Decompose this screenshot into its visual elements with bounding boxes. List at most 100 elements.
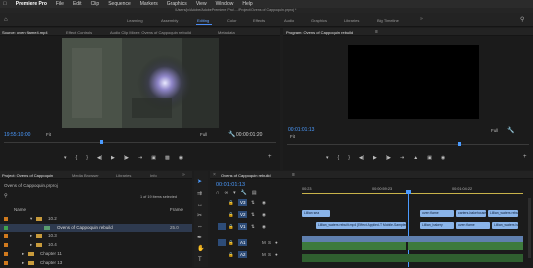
- linked-selection-icon[interactable]: ∞: [225, 191, 229, 196]
- workspace-libraries[interactable]: Libraries: [344, 18, 359, 23]
- program-go-to-in-icon[interactable]: }: [348, 155, 350, 161]
- program-full-dropdown[interactable]: Full: [491, 128, 498, 134]
- wrench-icon[interactable]: 🔧: [228, 132, 235, 138]
- timeline-ruler[interactable]: 00:23 00:00:59:23 00:01:04:22: [302, 184, 533, 194]
- step-back-icon[interactable]: ◀|: [97, 155, 102, 161]
- source-patch[interactable]: [218, 239, 226, 246]
- solo-icon[interactable]: S: [268, 252, 271, 258]
- overwrite-icon[interactable]: ▩: [165, 155, 170, 161]
- program-fit-dropdown[interactable]: Fit: [290, 134, 295, 140]
- apple-menu-icon[interactable]: : [3, 1, 7, 7]
- workspace-big-timeline[interactable]: Big Timeline: [377, 18, 399, 23]
- video-clip[interactable]: Lillian_bakery: [420, 222, 454, 229]
- timeline-vertical-scrollbar[interactable]: [528, 198, 531, 258]
- menu-markers[interactable]: Markers: [140, 1, 158, 7]
- tab-metadata[interactable]: Metadata: [218, 30, 235, 35]
- lock-icon[interactable]: 🔒: [228, 252, 234, 258]
- menu-help[interactable]: Help: [242, 1, 252, 7]
- tab-effect-controls[interactable]: Effect Controls: [66, 30, 92, 35]
- tab-audio-clip-mixer[interactable]: Audio Clip Mixer: Ovens of Cappoquin reb…: [110, 30, 191, 35]
- program-mark-in-icon[interactable]: ▾: [326, 155, 329, 161]
- program-playhead[interactable]: [458, 142, 461, 146]
- menu-app-name[interactable]: Premiere Pro: [16, 1, 47, 7]
- close-icon[interactable]: ×: [213, 172, 216, 178]
- program-video-frame[interactable]: [348, 45, 479, 119]
- workspace-overflow-icon[interactable]: »: [420, 16, 423, 22]
- video-clip[interactable]: Lillian_waters bakehouse_01: [492, 222, 518, 229]
- video-clip[interactable]: Lillian sea: [302, 210, 330, 217]
- source-timecode[interactable]: 19:55:10:00: [4, 133, 30, 138]
- eye-icon[interactable]: ◉: [262, 224, 266, 230]
- program-camera-icon[interactable]: ◉: [441, 155, 445, 161]
- audio-clip[interactable]: [302, 254, 523, 262]
- project-overflow-icon[interactable]: »: [182, 172, 185, 178]
- tab-info[interactable]: Info: [150, 173, 157, 178]
- project-search-icon[interactable]: ⚲: [4, 194, 8, 199]
- lift-icon[interactable]: ▲: [413, 155, 418, 161]
- source-full-dropdown[interactable]: Full: [200, 132, 207, 138]
- home-icon[interactable]: ⌂: [4, 17, 8, 23]
- track-select-tool-icon[interactable]: ⇉: [197, 191, 202, 197]
- search-icon[interactable]: ⚲: [520, 16, 524, 23]
- source-scrub-bar[interactable]: [4, 142, 276, 143]
- camera-icon[interactable]: ◉: [179, 155, 183, 161]
- workspace-learning[interactable]: Learning: [127, 18, 143, 23]
- hand-tool-icon[interactable]: ✋: [197, 246, 204, 252]
- eye-icon[interactable]: ◉: [262, 212, 266, 218]
- workspace-graphics[interactable]: Graphics: [311, 18, 327, 23]
- video-clip[interactable]: Lillian_waters rebuilt.mp4 [Effect Appli…: [316, 222, 406, 229]
- chevron-right-icon[interactable]: ▸: [22, 251, 24, 257]
- tab-project[interactable]: Project: Ovens of Cappoquin: [2, 173, 53, 178]
- workspace-effects[interactable]: Effects: [253, 18, 265, 23]
- lock-icon[interactable]: 🔒: [228, 224, 234, 230]
- program-wrench-icon[interactable]: 🔧: [507, 128, 514, 134]
- snap-icon[interactable]: ∩: [216, 191, 220, 196]
- chevron-right-icon[interactable]: ▸: [30, 242, 32, 248]
- list-item-selected[interactable]: Ovens of Cappoquin rebuild 25.0: [0, 224, 192, 232]
- timeline-menu-icon[interactable]: ≡: [292, 172, 295, 178]
- program-menu-icon[interactable]: ≡: [375, 29, 378, 35]
- solo-icon[interactable]: S: [268, 240, 271, 246]
- video-clip[interactable]: oven flame: [420, 210, 454, 217]
- razor-tool-icon[interactable]: ✂: [197, 213, 202, 219]
- list-item[interactable]: ▸ 10.3: [0, 233, 192, 241]
- tab-sequence[interactable]: Ovens of Cappoquin rebuild: [221, 173, 271, 178]
- program-add-button[interactable]: +: [523, 154, 527, 160]
- microphone-icon[interactable]: ●: [275, 252, 278, 258]
- menu-window[interactable]: Window: [216, 1, 234, 7]
- captions-icon[interactable]: ▤: [252, 191, 257, 196]
- workspace-audio[interactable]: Audio: [284, 18, 294, 23]
- menu-file[interactable]: File: [56, 1, 64, 7]
- video-clip[interactable]: oven flame: [456, 222, 490, 229]
- program-step-forward-icon[interactable]: |▶: [386, 155, 391, 161]
- tab-media-browser[interactable]: Media Browser: [72, 173, 99, 178]
- program-mark-out-icon[interactable]: {: [338, 155, 340, 161]
- timeline-playhead-handle[interactable]: [406, 190, 411, 194]
- source-video-frame[interactable]: [62, 38, 219, 128]
- source-fit-dropdown[interactable]: Fit: [46, 132, 51, 138]
- add-marker-icon[interactable]: ▾: [233, 191, 236, 196]
- source-add-button[interactable]: +: [268, 154, 272, 160]
- pen-tool-icon[interactable]: ✒: [197, 235, 202, 241]
- audio-clip[interactable]: [408, 242, 523, 250]
- workspace-assembly[interactable]: Assembly: [161, 18, 178, 23]
- slip-tool-icon[interactable]: ⇔: [197, 224, 203, 230]
- program-timecode[interactable]: 00:01:01:13: [288, 128, 314, 133]
- lock-icon[interactable]: 🔒: [228, 212, 234, 218]
- menu-clip[interactable]: Clip: [91, 1, 100, 7]
- mark-in-icon[interactable]: ▾: [64, 155, 67, 161]
- chevron-down-icon[interactable]: ▾: [30, 216, 32, 222]
- mute-icon[interactable]: M: [262, 240, 266, 246]
- menu-sequence[interactable]: Sequence: [108, 1, 131, 7]
- work-area-bar[interactable]: [302, 193, 523, 194]
- list-item[interactable]: ▾ 10.2: [0, 216, 192, 224]
- timeline-tracks-area[interactable]: Lillian sea Lillian_waters rebuilt.mp4 […: [302, 198, 533, 267]
- workspace-color[interactable]: Color: [227, 18, 237, 23]
- menu-graphics[interactable]: Graphics: [167, 1, 187, 7]
- audio-clip[interactable]: [302, 242, 406, 250]
- source-patch[interactable]: [218, 223, 226, 230]
- list-item[interactable]: ▸ Chapter 11: [0, 251, 192, 259]
- mark-out-icon[interactable]: {: [76, 155, 78, 161]
- step-forward-icon[interactable]: |▶: [124, 155, 129, 161]
- mute-icon[interactable]: M: [262, 252, 266, 258]
